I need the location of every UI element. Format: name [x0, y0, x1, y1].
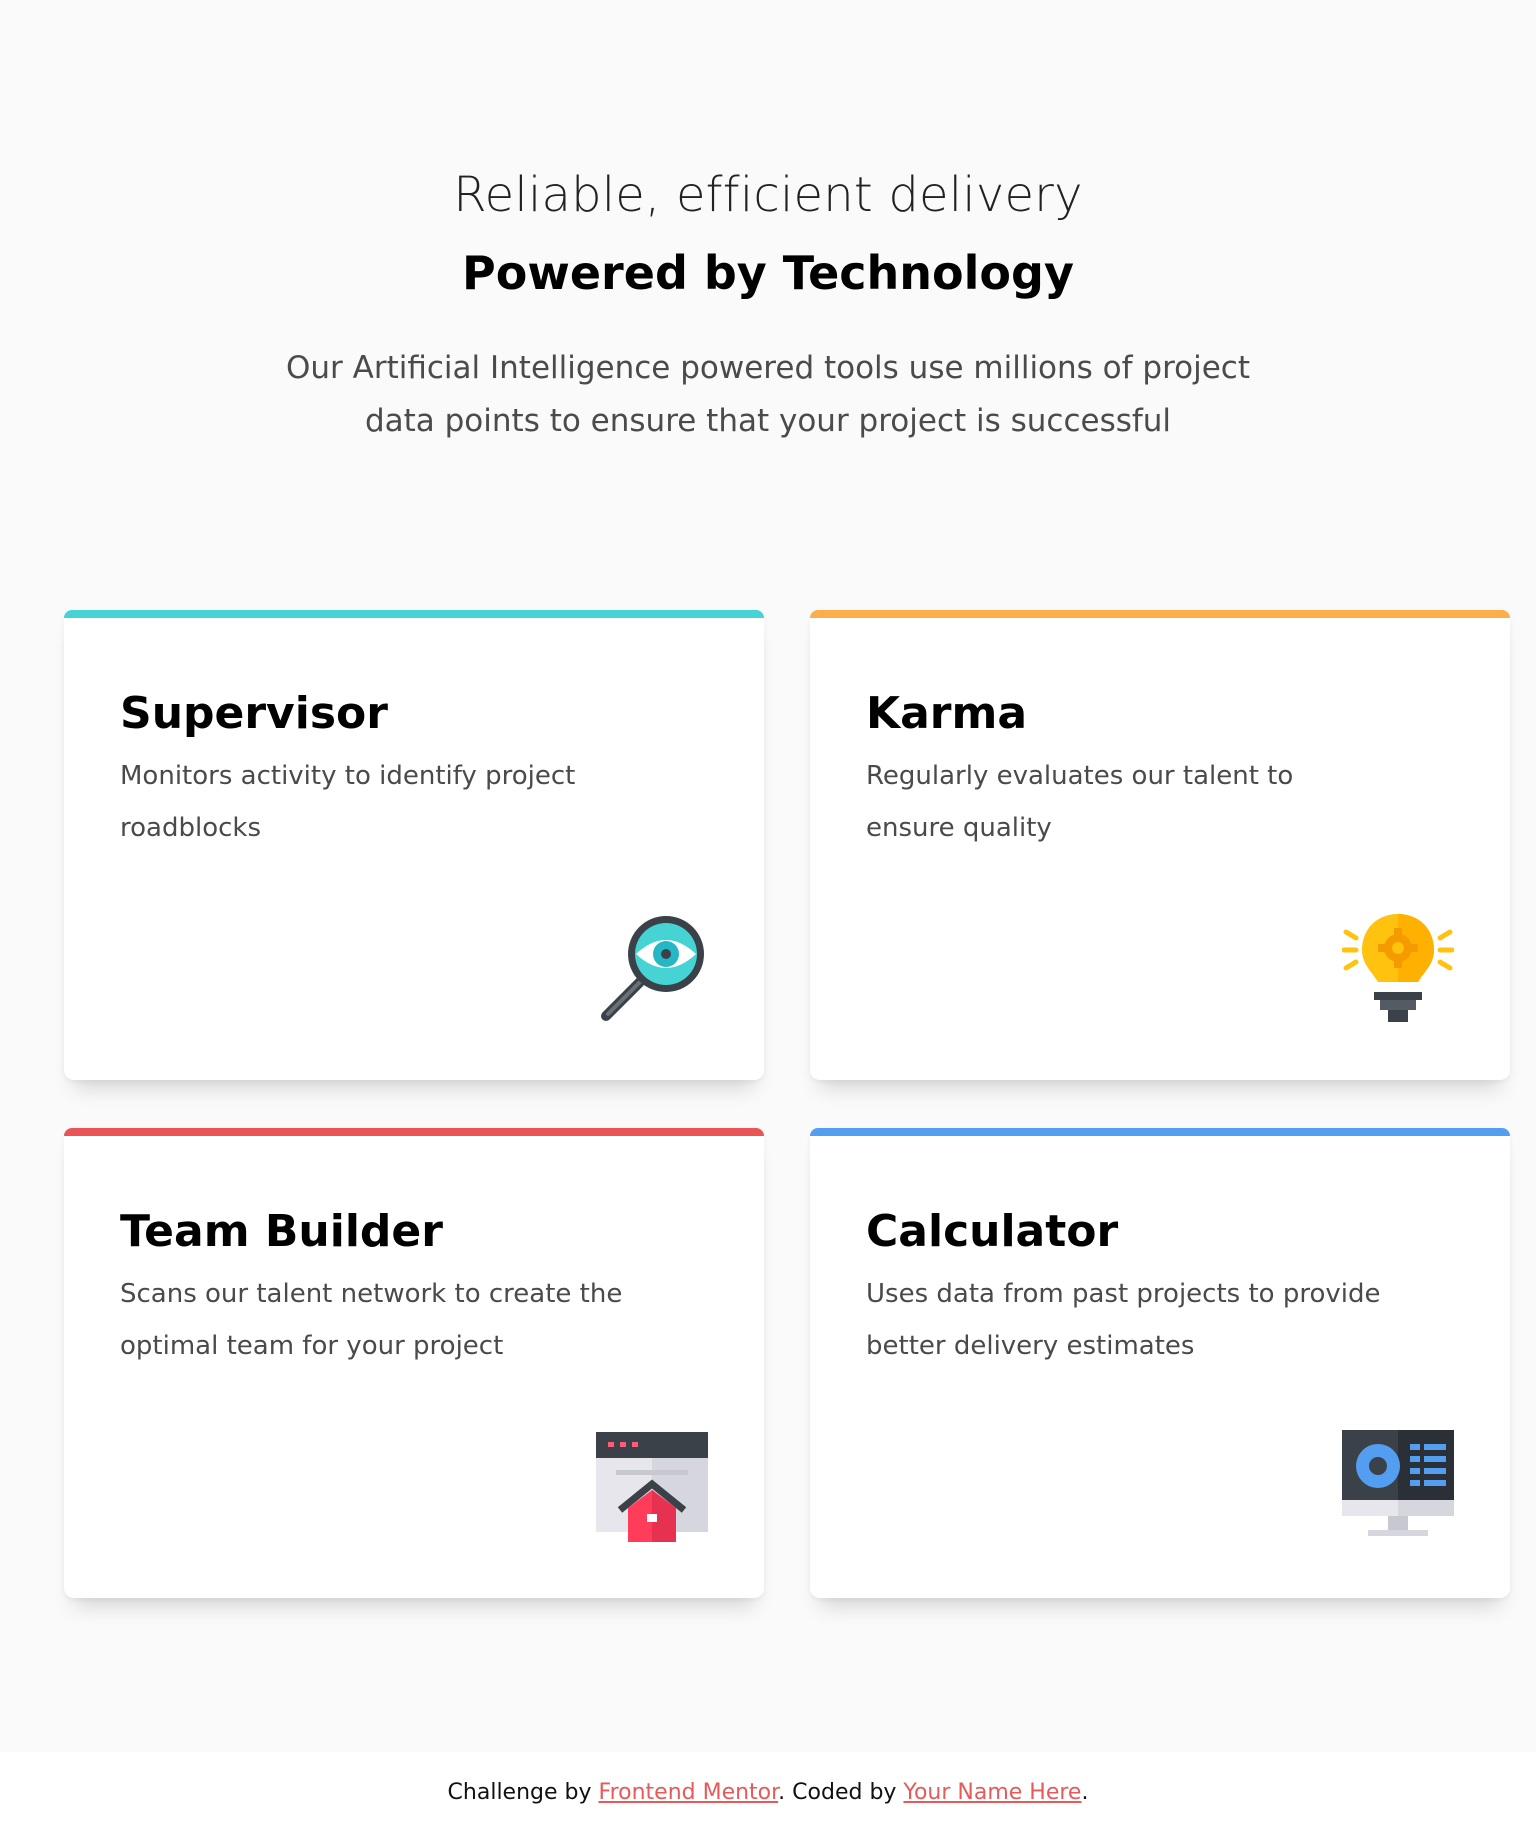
card-calculator: Calculator Uses data from past projects …: [810, 1128, 1510, 1598]
footer-middle: . Coded by: [778, 1780, 904, 1805]
hero-subtitle: Reliable, efficient delivery: [453, 167, 1083, 223]
card-accent-bar: [810, 1128, 1510, 1136]
lightbulb-gear-icon: [1342, 914, 1454, 1022]
card-team-builder: Team Builder Scans our talent network to…: [64, 1128, 764, 1598]
card-accent-bar: [64, 1128, 764, 1136]
card-accent-bar: [810, 610, 1510, 618]
card-title: Team Builder: [120, 1206, 443, 1257]
footer-prefix: Challenge by: [447, 1780, 599, 1805]
card-accent-bar: [64, 610, 764, 618]
magnifier-eye-icon: [601, 916, 704, 1021]
hero-title: Powered by Technology: [462, 246, 1074, 300]
card-karma: Karma Regularly evaluates our talent to …: [810, 610, 1510, 1080]
hero-description: Our Artificial Intelligence powered tool…: [286, 350, 1250, 439]
card-title: Calculator: [866, 1206, 1119, 1257]
browser-house-icon: [596, 1432, 708, 1542]
card-title: Supervisor: [120, 688, 388, 739]
footer-suffix: .: [1081, 1780, 1089, 1805]
card-description: Uses data from past projects to provide …: [866, 1279, 1381, 1361]
card-supervisor: Supervisor Monitors activity to identify…: [64, 610, 764, 1080]
footer: Challenge by Frontend Mentor. Coded by Y…: [0, 1752, 1536, 1834]
card-title: Karma: [866, 688, 1028, 739]
card-description: Regularly evaluates our talent to ensure…: [866, 761, 1294, 843]
card-description: Scans our talent network to create the o…: [120, 1279, 623, 1361]
card-description: Monitors activity to identify project ro…: [120, 761, 576, 843]
footer-link-author[interactable]: Your Name Here: [903, 1780, 1081, 1805]
monitor-dashboard-icon: [1342, 1430, 1454, 1536]
footer-link-frontend-mentor[interactable]: Frontend Mentor: [599, 1780, 779, 1805]
